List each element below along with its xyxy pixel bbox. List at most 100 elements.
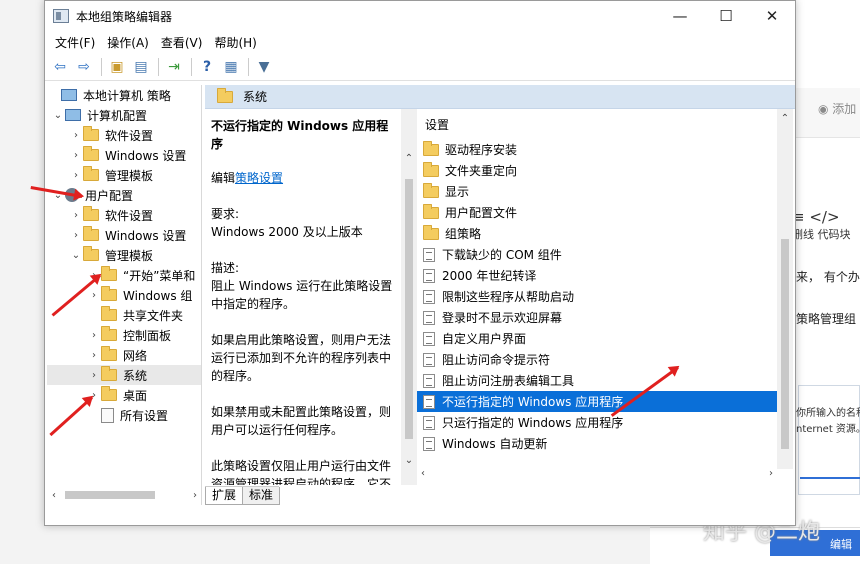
- list-item-label: 下载缺少的 COM 组件: [442, 248, 562, 262]
- close-button[interactable]: ✕: [749, 1, 795, 31]
- list-item[interactable]: 自定义用户界面: [417, 328, 777, 349]
- list-item[interactable]: 下载缺少的 COM 组件: [417, 244, 777, 265]
- scroll-right-icon[interactable]: ›: [769, 468, 773, 479]
- menu-action[interactable]: 操作(A): [101, 34, 155, 51]
- background-add-label: 添加: [832, 102, 857, 116]
- chevron-right-icon[interactable]: ›: [69, 230, 83, 241]
- scroll-up-icon[interactable]: ⌃: [777, 113, 793, 124]
- chevron-right-icon[interactable]: ›: [69, 150, 83, 161]
- tab-extended[interactable]: 扩展: [205, 487, 244, 505]
- chevron-right-icon[interactable]: ›: [87, 370, 101, 381]
- group-policy-editor-window: 本地组策略编辑器 — ☐ ✕ 文件(F) 操作(A) 查看(V) 帮助(H) ⇦…: [44, 0, 796, 526]
- chevron-right-icon[interactable]: ›: [87, 330, 101, 341]
- scroll-thumb[interactable]: [405, 179, 413, 439]
- list-item[interactable]: 驱动程序安装: [417, 139, 777, 160]
- scroll-thumb[interactable]: [65, 491, 155, 499]
- tree-item-windows-settings[interactable]: › Windows 设置: [47, 145, 201, 165]
- edit-policy-link[interactable]: 策略设置: [235, 171, 283, 185]
- list-item[interactable]: 显示: [417, 181, 777, 202]
- folder-icon: [217, 87, 233, 103]
- tree-item-local-policy[interactable]: 本地计算机 策略: [47, 85, 201, 105]
- list-item[interactable]: 只运行指定的 Windows 应用程序: [417, 412, 777, 433]
- properties-icon[interactable]: ▦: [220, 56, 242, 78]
- menu-view[interactable]: 查看(V): [155, 34, 209, 51]
- scroll-left-icon[interactable]: ‹: [47, 490, 61, 501]
- tree-item-desktop[interactable]: › 桌面: [47, 385, 201, 405]
- app-icon: [53, 9, 69, 23]
- list-item[interactable]: 组策略: [417, 223, 777, 244]
- maximize-button[interactable]: ☐: [703, 1, 749, 31]
- list-item[interactable]: 2000 年世纪转译: [417, 265, 777, 286]
- back-arrow-icon[interactable]: ⇦: [49, 56, 71, 78]
- tree-item-system[interactable]: › 系统: [47, 365, 201, 385]
- list-vertical-scrollbar[interactable]: ⌃: [777, 109, 793, 469]
- tree-item-label: 系统: [123, 368, 148, 383]
- description-scrollbar[interactable]: ⌃ ⌄: [401, 109, 417, 485]
- tree-item-start-menu[interactable]: ›“开始”菜单和: [47, 265, 201, 285]
- background-text-line1: 来， 有个办: [796, 270, 860, 284]
- tree-item-user-admin-templates[interactable]: ⌄ 管理模板: [47, 245, 201, 265]
- toolbar-separator: [248, 57, 249, 76]
- background-input[interactable]: [800, 455, 860, 479]
- policy-setting-icon: [423, 352, 435, 367]
- scroll-right-icon[interactable]: ›: [188, 490, 202, 501]
- list-item[interactable]: Windows 自动更新: [417, 433, 777, 454]
- tree-item-label: Windows 设置: [105, 228, 187, 243]
- list-horizontal-scrollbar[interactable]: ‹ ›: [417, 465, 777, 481]
- tree-item-user-windows-settings[interactable]: › Windows 设置: [47, 225, 201, 245]
- forward-arrow-icon[interactable]: ⇨: [73, 56, 95, 78]
- tree-item-label: 桌面: [123, 388, 148, 403]
- folder-icon: [83, 226, 99, 241]
- tree-item-control-panel[interactable]: › 控制面板: [47, 325, 201, 345]
- list-item[interactable]: 限制这些程序从帮助启动: [417, 286, 777, 307]
- filter-icon[interactable]: ▼: [253, 56, 275, 78]
- list-item[interactable]: 阻止访问注册表编辑工具: [417, 370, 777, 391]
- chevron-right-icon[interactable]: ›: [87, 290, 101, 301]
- policy-setting-icon: [423, 436, 435, 451]
- tree-item-user-software-settings[interactable]: › 软件设置: [47, 205, 201, 225]
- tab-standard[interactable]: 标准: [242, 487, 281, 505]
- minimize-button[interactable]: —: [657, 1, 703, 31]
- list-item[interactable]: 阻止访问命令提示符: [417, 349, 777, 370]
- chevron-right-icon[interactable]: ›: [69, 210, 83, 221]
- editor-toolbar-icons: ≡ </>: [792, 208, 840, 226]
- chevron-down-icon[interactable]: ⌄: [69, 250, 83, 261]
- scroll-down-icon[interactable]: ⌄: [401, 455, 417, 466]
- list-item[interactable]: 用户配置文件: [417, 202, 777, 223]
- background-edit-button-label: 编辑: [830, 538, 852, 551]
- export-list-icon[interactable]: ⇥: [163, 56, 185, 78]
- tree-item-network[interactable]: › 网络: [47, 345, 201, 365]
- tree-horizontal-scrollbar[interactable]: ‹ ›: [47, 487, 202, 503]
- list-item[interactable]: 登录时不显示欢迎屏幕: [417, 307, 777, 328]
- show-hide-tree-icon[interactable]: ▤: [130, 56, 152, 78]
- scroll-thumb[interactable]: [781, 239, 789, 449]
- settings-column-header[interactable]: 设置: [417, 109, 777, 139]
- menu-bar: 文件(F) 操作(A) 查看(V) 帮助(H): [45, 31, 795, 53]
- up-folder-icon[interactable]: ▣: [106, 56, 128, 78]
- scroll-up-icon[interactable]: ⌃: [401, 153, 417, 164]
- tree-item-shared-folders[interactable]: 共享文件夹: [47, 305, 201, 325]
- list-item-selected[interactable]: 不运行指定的 Windows 应用程序: [417, 391, 777, 412]
- menu-help[interactable]: 帮助(H): [208, 34, 262, 51]
- tree-item-software-settings[interactable]: › 软件设置: [47, 125, 201, 145]
- tree-item-admin-templates[interactable]: › 管理模板: [47, 165, 201, 185]
- details-pane: 系统 不运行指定的 Windows 应用程序 编辑策略设置 要求: Windows…: [205, 85, 795, 505]
- background-add-link[interactable]: ◉ 添加: [818, 100, 856, 117]
- chevron-right-icon[interactable]: ›: [69, 170, 83, 181]
- list-item[interactable]: 文件夹重定向: [417, 160, 777, 181]
- settings-list: 设置 驱动程序安装 文件夹重定向 显示 用户配置文件 组策略 下载缺少的 COM…: [417, 109, 777, 469]
- tree-item-computer-config[interactable]: ⌄ 计算机配置: [47, 105, 201, 125]
- folder-icon: [423, 203, 439, 219]
- toolbar: ⇦ ⇨ ▣ ▤ ⇥ ? ▦ ▼: [45, 53, 795, 81]
- policy-description: 不运行指定的 Windows 应用程序 编辑策略设置 要求: Windows 20…: [205, 109, 401, 485]
- folder-icon: [101, 386, 117, 401]
- scroll-left-icon[interactable]: ‹: [421, 468, 425, 479]
- menu-file[interactable]: 文件(F): [49, 34, 101, 51]
- chevron-right-icon[interactable]: ›: [69, 130, 83, 141]
- policy-setting-icon: [423, 310, 435, 325]
- chevron-down-icon[interactable]: ⌄: [51, 110, 65, 121]
- help-icon[interactable]: ?: [196, 56, 218, 78]
- disabled-text: 如果禁用或未配置此策略设置，则用户可以运行任何程序。: [211, 405, 392, 437]
- chevron-right-icon[interactable]: ›: [87, 350, 101, 361]
- tree-item-label: 软件设置: [105, 208, 154, 223]
